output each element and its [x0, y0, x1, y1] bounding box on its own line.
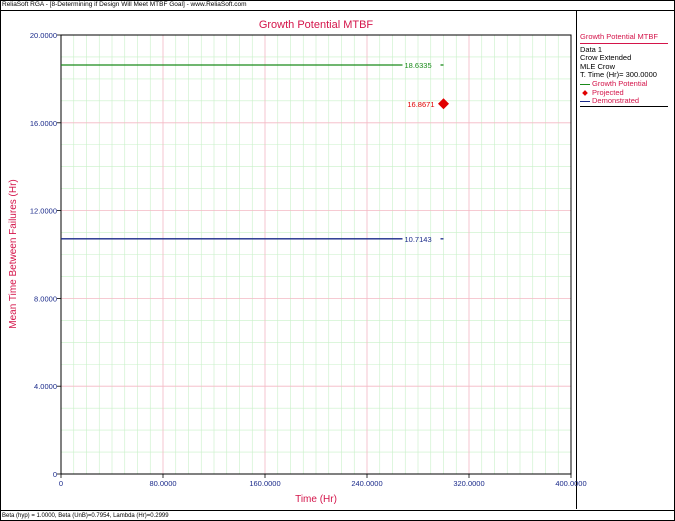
- legend-diamond-icon: [582, 90, 588, 96]
- legend-label-demonstrated: Demonstrated: [592, 96, 640, 106]
- status-text: Beta (hyp) = 1.0000, Beta (UnB)=0.7954, …: [2, 513, 169, 519]
- x-tick-label: 240.0000: [351, 479, 382, 488]
- legend-panel: Growth Potential MTBF Data 1 Crow Extend…: [580, 32, 668, 107]
- y-tick-label: 20.0000: [30, 31, 57, 40]
- y-tick-label: 4.0000: [34, 382, 57, 391]
- x-tick-label: 400.0000: [555, 479, 586, 488]
- mtbf-chart: 0 80.0000 160.0000 240.0000 320.0000 400.0000…: [8, 19, 587, 505]
- y-tick-label: 0: [53, 470, 57, 479]
- projected-value-label: 16.8671: [407, 100, 434, 109]
- legend-item-demonstrated: Demonstrated: [580, 97, 668, 107]
- y-tick-label: 8.0000: [34, 294, 57, 303]
- legend-title: Growth Potential MTBF: [580, 32, 668, 44]
- x-tick-label: 0: [59, 479, 63, 488]
- y-tick-label: 12.0000: [30, 207, 57, 216]
- x-axis-label: Time (Hr): [295, 494, 337, 505]
- legend-swatch-growth-potential: [580, 83, 590, 85]
- projected-point-marker: [438, 98, 449, 110]
- series-layer: 18.6335 10.7143 16.8671: [61, 61, 449, 244]
- x-tick-label: 160.0000: [249, 479, 280, 488]
- status-bar: Beta (hyp) = 1.0000, Beta (UnB)=0.7954, …: [0, 510, 675, 521]
- y-tick-label: 16.0000: [30, 119, 57, 128]
- x-tick-label: 320.0000: [453, 479, 484, 488]
- minor-grid: [61, 35, 571, 474]
- chart-title: Growth Potential MTBF: [259, 19, 374, 31]
- x-tick-label: 80.0000: [149, 479, 176, 488]
- y-axis-label: Mean Time Between Failures (Hr): [8, 179, 19, 329]
- growth-potential-value-label: 18.6335: [405, 61, 432, 70]
- axis-ticks: 0 80.0000 160.0000 240.0000 320.0000 400.0000…: [30, 31, 587, 488]
- legend-swatch-demonstrated: [580, 100, 590, 102]
- demonstrated-value-label: 10.7143: [405, 235, 432, 244]
